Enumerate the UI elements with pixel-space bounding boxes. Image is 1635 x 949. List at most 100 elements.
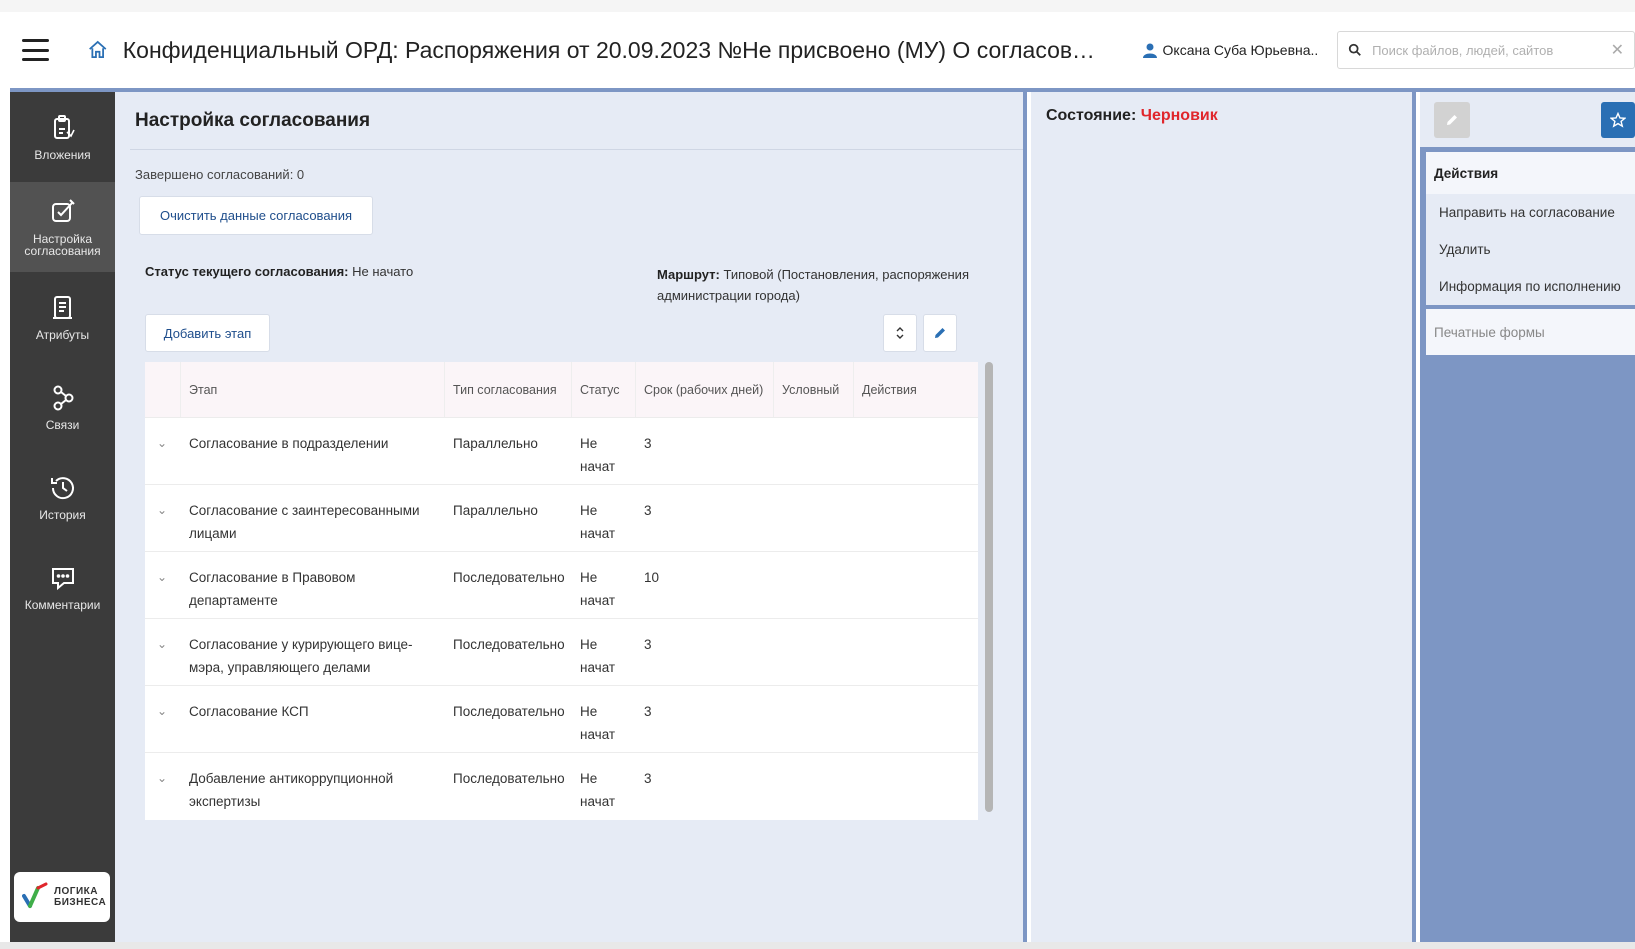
edit-route-button[interactable] [923,314,957,352]
stage-status: Не начат [580,570,616,608]
stage-conditional [774,418,854,484]
stage-status: Не начат [580,771,616,809]
approval-settings-panel: Настройка согласования Завершено согласо… [115,92,1027,942]
actions-sidebar: Действия Направить на согласование Удали… [1420,92,1635,942]
approval-type: Последовательно [453,637,565,652]
approval-type: Последовательно [453,570,565,585]
sidebar-item-history[interactable]: История [10,452,115,542]
sort-icon [896,327,904,339]
chevron-down-icon[interactable]: ⌄ [145,485,181,551]
bottom-strip [0,942,1635,949]
column-header[interactable]: Статус [572,362,636,417]
stage-conditional [774,619,854,685]
chevron-down-icon[interactable]: ⌄ [145,619,181,685]
search-icon [1348,43,1361,56]
stage-actions [854,753,978,820]
pencil-icon [935,328,945,338]
chevron-down-icon[interactable]: ⌄ [145,552,181,618]
section-title: Настройка согласования [135,110,371,131]
completed-count: Завершено согласований: 0 [135,167,305,182]
edit-check-icon [51,199,75,222]
actions-toolbar [1420,92,1635,147]
menu-icon[interactable] [22,39,50,61]
table-header: Этап Тип согласования Статус Срок (рабоч… [145,362,978,418]
actions-menu: Действия Направить на согласование Удали… [1426,152,1635,305]
sidebar-item-label: Комментарии [24,598,101,612]
stage-actions [854,552,978,618]
clipboard-icon [53,115,75,139]
comment-icon [51,568,74,591]
stage-term: 3 [644,637,652,652]
stage-status: Не начат [580,503,616,541]
header-expand [145,362,181,417]
star-icon [1610,112,1626,128]
table-row: ⌄ Согласование в подразделении Параллель… [145,418,978,485]
user-icon [1142,43,1157,58]
stage-name: Согласование в подразделении [189,436,389,451]
clear-search-icon[interactable]: ✕ [1611,40,1624,60]
stage-term: 3 [644,436,652,451]
column-header[interactable]: Этап [181,362,445,417]
print-forms-button[interactable]: Печатные формы [1426,309,1635,355]
logo-mark-icon [22,882,48,908]
user-menu[interactable]: Оксана Суба Юрьевна... [1142,42,1317,58]
action-execution-info[interactable]: Информация по исполнению [1426,268,1635,305]
document-state: Состояние: Черновик [1046,107,1218,125]
stage-name: Согласование КСП [189,704,309,719]
state-panel: Состояние: Черновик [1031,92,1416,942]
stage-status: Не начат [580,637,616,675]
sidebar: Вложения Настройка согласования Атрибуты… [10,92,115,942]
sort-button[interactable] [883,314,917,352]
stage-term: 3 [644,503,652,518]
table-scrollbar[interactable] [985,362,993,812]
approval-type: Параллельно [453,503,538,518]
edit-button-disabled [1434,102,1470,138]
stage-name: Добавление антикоррупционной экспертизы [189,771,394,809]
app-header: Конфиденциальный ОРД: Распоряжения от 20… [10,12,1635,92]
stages-table: Этап Тип согласования Статус Срок (рабоч… [145,362,978,820]
action-send-for-approval[interactable]: Направить на согласование [1426,194,1635,231]
sidebar-item-approval-settings[interactable]: Настройка согласования [10,182,115,272]
approval-type: Параллельно [453,436,538,451]
pencil-icon [1447,115,1457,125]
search-input[interactable] [1372,42,1611,58]
action-delete[interactable]: Удалить [1426,231,1635,268]
sidebar-item-attributes[interactable]: Атрибуты [10,272,115,362]
column-header[interactable]: Действия [854,362,978,417]
sidebar-item-attachments[interactable]: Вложения [10,92,115,182]
sidebar-item-label: История [39,508,86,522]
stage-conditional [774,686,854,752]
status-value: Не начато [352,264,414,279]
document-list-icon [52,296,72,319]
stage-name: Согласование у курирующего вице-мэра, уп… [189,637,413,675]
chevron-down-icon[interactable]: ⌄ [145,418,181,484]
stage-status: Не начат [580,436,616,474]
chevron-down-icon[interactable]: ⌄ [145,686,181,752]
column-header[interactable]: Условный [774,362,854,417]
chevron-down-icon[interactable]: ⌄ [145,753,181,820]
current-status: Статус текущего согласования: Не начато [145,264,413,279]
sidebar-item-comments[interactable]: Комментарии [10,542,115,632]
stage-conditional [774,753,854,820]
sidebar-item-links[interactable]: Связи [10,362,115,452]
route-label: Маршрут: [657,267,720,282]
logo-text-line2: БИЗНЕСА [54,897,107,908]
stage-term: 3 [644,704,652,719]
add-stage-button[interactable]: Добавить этап [145,314,270,352]
history-icon [50,477,74,500]
home-icon[interactable] [87,39,108,61]
links-icon [53,385,73,411]
approval-type: Последовательно [453,704,565,719]
stage-name: Согласование с заинтересованными лицами [189,503,420,541]
stage-status: Не начат [580,704,616,742]
state-value: Черновик [1140,107,1218,124]
table-row: ⌄ Согласование в Правовом департаменте П… [145,552,978,619]
approval-type: Последовательно [453,771,565,786]
column-header[interactable]: Срок (рабочих дней) [636,362,774,417]
divider [130,149,1023,150]
stage-term: 10 [644,570,660,585]
favorite-button[interactable] [1601,102,1635,138]
search-box: ✕ [1337,31,1635,69]
clear-approval-data-button[interactable]: Очистить данные согласования [139,196,373,235]
column-header[interactable]: Тип согласования [445,362,572,417]
